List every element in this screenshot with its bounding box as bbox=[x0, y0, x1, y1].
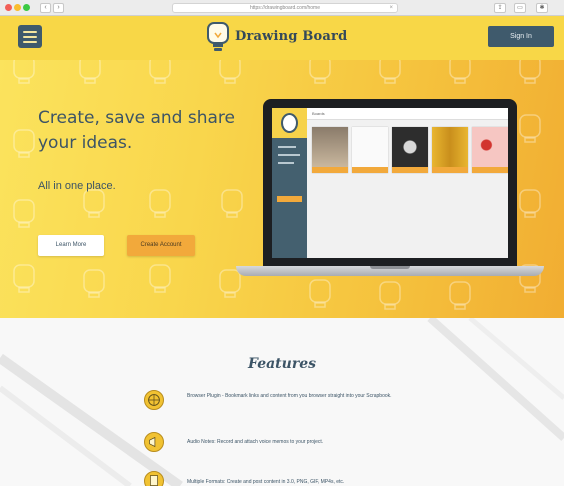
address-bar-url: https://drawingboard.com/home bbox=[249, 5, 321, 11]
share-button[interactable]: ⇪ bbox=[494, 3, 506, 13]
feature-text: Browser Plugin - Bookmark links and cont… bbox=[187, 393, 392, 399]
decorative-background-icon bbox=[0, 318, 564, 486]
megaphone-icon bbox=[144, 432, 164, 452]
forward-button[interactable]: › bbox=[53, 3, 64, 13]
hero-title: Create, save and share your ideas. bbox=[38, 108, 236, 153]
create-account-button[interactable]: Create Account bbox=[127, 235, 195, 256]
board-card bbox=[392, 127, 428, 173]
laptop-mockup: Boards bbox=[263, 99, 517, 267]
features-section bbox=[0, 318, 564, 486]
app-screenshot: Boards bbox=[272, 108, 508, 258]
menu-line-icon bbox=[23, 31, 37, 33]
address-bar[interactable]: https://drawingboard.com/home × bbox=[172, 3, 398, 13]
board-card bbox=[432, 127, 468, 173]
extension-button[interactable]: ✱ bbox=[536, 3, 548, 13]
document-icon bbox=[144, 471, 164, 486]
maximize-window-button[interactable] bbox=[23, 4, 30, 11]
browser-toolbar: ‹ › https://drawingboard.com/home × ⇪ ▭ … bbox=[0, 0, 564, 16]
board-card bbox=[352, 127, 388, 173]
app-sidebar bbox=[272, 108, 307, 258]
reload-icon[interactable]: × bbox=[389, 4, 393, 12]
feature-text: Audio Notes: Record and attach voice mem… bbox=[187, 439, 324, 445]
feature-text: Multiple Formats: Create and post conten… bbox=[187, 479, 345, 485]
menu-line-icon bbox=[23, 36, 37, 38]
app-avatar bbox=[281, 113, 298, 133]
board-card bbox=[312, 127, 348, 173]
back-button[interactable]: ‹ bbox=[40, 3, 51, 13]
features-title: Features bbox=[248, 356, 316, 372]
close-window-button[interactable] bbox=[5, 4, 12, 11]
menu-line-icon bbox=[23, 41, 37, 43]
board-card bbox=[472, 127, 508, 173]
app-toolbar-text: Boards bbox=[312, 111, 325, 116]
site-header: Drawing Board Sign In bbox=[0, 16, 564, 60]
tabs-button[interactable]: ▭ bbox=[514, 3, 526, 13]
hamburger-menu-button[interactable] bbox=[18, 25, 42, 48]
laptop-base bbox=[236, 266, 544, 276]
globe-icon bbox=[144, 390, 164, 410]
learn-more-button[interactable]: Learn More bbox=[38, 235, 104, 256]
app-toolbar: Boards bbox=[307, 108, 508, 120]
lightbulb-logo-icon[interactable] bbox=[205, 21, 231, 53]
brand-name[interactable]: Drawing Board bbox=[235, 29, 347, 44]
hero-subtitle: All in one place. bbox=[38, 180, 116, 192]
sign-in-button[interactable]: Sign In bbox=[488, 26, 554, 47]
minimize-window-button[interactable] bbox=[14, 4, 21, 11]
